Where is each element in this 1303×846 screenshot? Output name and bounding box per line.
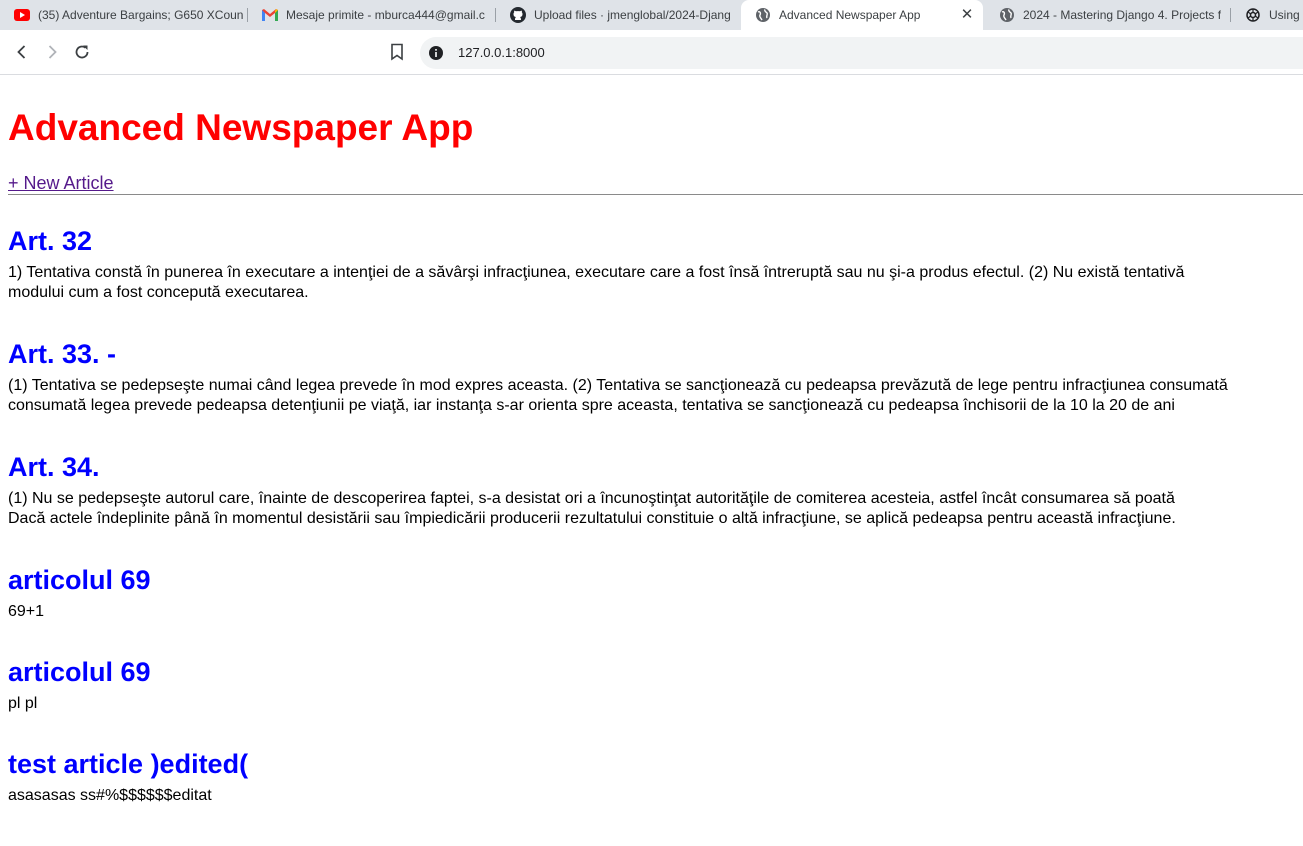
article-item: test article )edited( asasasas ss#%$$$$$… xyxy=(8,748,1303,806)
tab-title: 2024 - Mastering Django 4. Projects f xyxy=(1023,8,1221,22)
github-icon xyxy=(510,7,526,23)
article-title[interactable]: test article )edited( xyxy=(8,748,1303,780)
url-text: 127.0.0.1:8000 xyxy=(458,45,545,60)
reload-button[interactable] xyxy=(72,42,92,62)
article-body: 1) Tentativa constă în punerea în execut… xyxy=(8,264,1185,301)
article-title[interactable]: Art. 33. - xyxy=(8,338,1303,370)
gmail-icon xyxy=(262,7,278,23)
article-item: Art. 33. - (1) Tentativa se pedepseşte n… xyxy=(8,338,1303,416)
article-item: articolul 69 pl pl xyxy=(8,656,1303,714)
tab-title: Mesaje primite - mburca444@gmail.c xyxy=(286,8,485,22)
address-bar[interactable]: 127.0.0.1:8000 xyxy=(420,37,1303,69)
tab-title: Upload files · jmenglobal/2024-Djang xyxy=(534,8,731,22)
tab-strip: (35) Adventure Bargains; G650 XCoun Mesa… xyxy=(0,0,1303,30)
tab-title: (35) Adventure Bargains; G650 XCoun xyxy=(38,8,244,22)
openai-icon xyxy=(1245,7,1261,23)
divider xyxy=(8,194,1303,195)
forward-button[interactable] xyxy=(42,42,62,62)
tab-mastering-django[interactable]: 2024 - Mastering Django 4. Projects f xyxy=(985,0,1221,30)
bookmark-icon xyxy=(391,43,403,61)
forward-arrow-icon xyxy=(48,45,57,59)
article-body: asasasas ss#%$$$$$$editat xyxy=(8,787,212,804)
reload-icon xyxy=(75,45,89,59)
article-item: articolul 69 69+1 xyxy=(8,564,1303,622)
bookmark-button[interactable] xyxy=(387,42,407,62)
page-title: Advanced Newspaper App xyxy=(8,107,474,148)
youtube-icon xyxy=(14,7,30,23)
article-body: (1) Nu se pedepseşte autorul care, înain… xyxy=(8,490,1176,527)
browser-toolbar: 127.0.0.1:8000 xyxy=(0,30,1303,75)
article-body: (1) Tentativa se pedepseşte numai când l… xyxy=(8,377,1228,414)
article-title[interactable]: articolul 69 xyxy=(8,564,1303,596)
tab-using[interactable]: Using xyxy=(1231,0,1303,30)
tab-advanced-newspaper[interactable]: Advanced Newspaper App ✕ xyxy=(741,0,983,30)
close-tab-icon[interactable]: ✕ xyxy=(959,7,975,23)
tab-github[interactable]: Upload files · jmenglobal/2024-Djang xyxy=(496,0,740,30)
article-body: 69+1 xyxy=(8,603,45,620)
page-content: Advanced Newspaper App + New Article Art… xyxy=(0,75,1303,846)
tab-gmail[interactable]: Mesaje primite - mburca444@gmail.c xyxy=(248,0,494,30)
site-info-icon[interactable] xyxy=(429,46,443,60)
globe-icon xyxy=(999,7,1015,23)
new-article-link[interactable]: + New Article xyxy=(8,172,114,194)
article-body: pl pl xyxy=(8,695,38,712)
article-title[interactable]: Art. 34. xyxy=(8,451,1303,483)
article-title[interactable]: Art. 32 xyxy=(8,225,1303,257)
article-title[interactable]: articolul 69 xyxy=(8,656,1303,688)
globe-icon xyxy=(755,7,771,23)
tab-youtube[interactable]: (35) Adventure Bargains; G650 XCoun xyxy=(0,0,246,30)
back-arrow-icon xyxy=(17,45,26,59)
article-item: Art. 32 1) Tentativa constă în punerea î… xyxy=(8,225,1303,303)
tab-title: Using xyxy=(1269,8,1300,22)
back-button[interactable] xyxy=(12,42,32,62)
tab-title: Advanced Newspaper App xyxy=(779,8,921,22)
article-item: Art. 34. (1) Nu se pedepseşte autorul ca… xyxy=(8,451,1303,529)
